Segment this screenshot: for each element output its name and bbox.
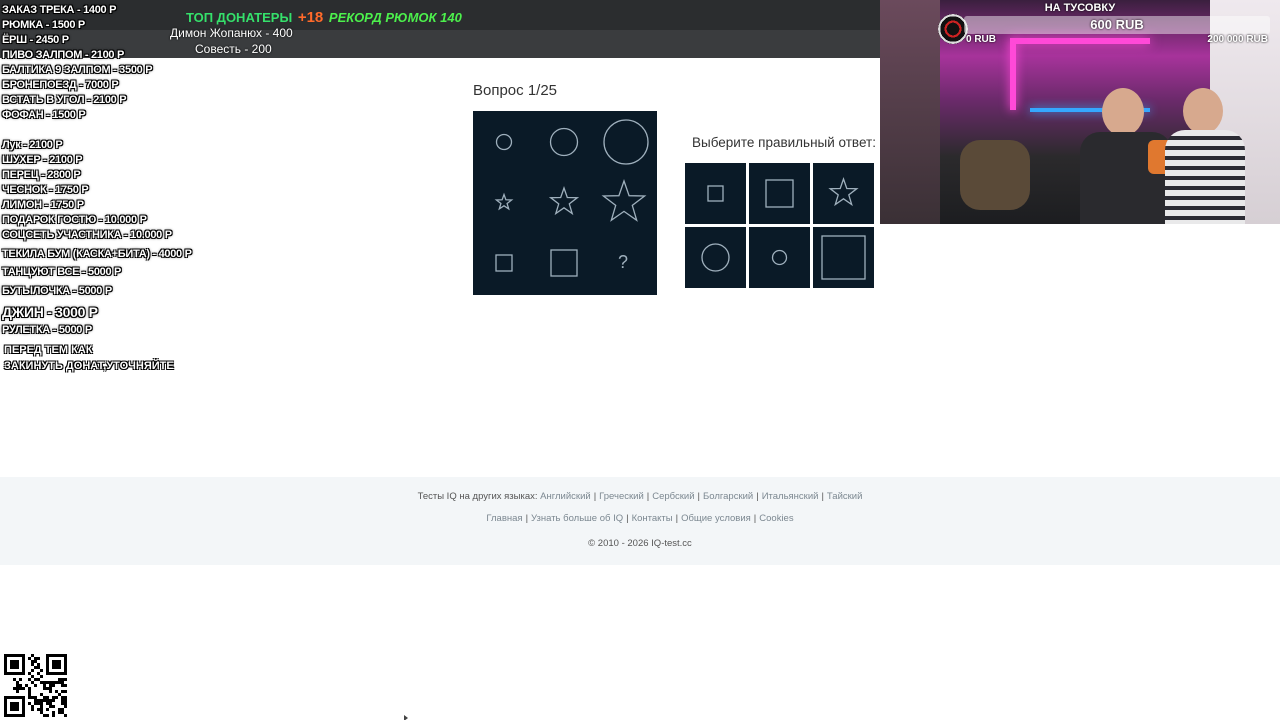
matrix-cell-medium-star [548,186,580,216]
price-item: ПЕРЕЦ - 2800 Р [2,169,81,181]
footer-lang-link[interactable]: Английский [540,491,591,502]
record-text: РЕКОРД РЮМОК 140 [328,10,462,25]
answers-prompt: Выберите правильный ответ: [692,135,876,150]
small-circle-icon [771,249,788,266]
age-rating-badge: +18 [297,9,324,26]
neon-light [1010,40,1016,110]
matrix-cell-large-circle [603,119,649,165]
footer-copyright: © 2010 - 2026 IQ-test.cc [588,538,692,549]
donation-goal-min: 0 RUB [966,34,997,45]
footer-lang-link[interactable]: Итальянский [762,491,819,502]
answer-option-1[interactable] [685,163,746,224]
matrix-cell-small-circle [495,133,513,151]
footer-lang-link[interactable]: Болгарский [703,491,753,502]
top-donors-overlay: ТОП ДОНАТЕРЫ +18 РЕКОРД РЮМОК 140 Димон … [160,6,462,60]
price-item: СОЦСЕТЬ УЧАСТНИКА - 10.000 Р [2,229,172,241]
answer-option-6[interactable] [813,227,874,288]
footer-link-home[interactable]: Главная [486,513,522,524]
price-note-line: ПЕРЕД ТЕМ КАК [4,344,93,356]
price-item: ТЕКИЛА БУМ (КАСКА+БИТА) - 4000 Р [2,248,192,260]
medium-square-icon [765,179,794,208]
footer-link-cookies[interactable]: Cookies [759,513,793,524]
donation-goal-current: 600 RUB [1090,17,1144,32]
footer-lang-link[interactable]: Тайский [827,491,863,502]
answer-option-3[interactable] [813,163,874,224]
price-item: ЛИМОН - 1750 Р [2,199,84,211]
price-item: БРОНЕПОЕЗД - 7000 Р [2,79,119,91]
answer-option-2[interactable] [749,163,810,224]
matrix-cell-small-square [495,254,513,272]
price-item: ШУХЕР - 2100 Р [2,154,83,166]
matrix-cell-question-mark: ? [618,252,628,272]
price-item: ВСТАТЬ В УГОЛ - 2100 Р [2,94,127,106]
price-item: ПИВО ЗАЛПОМ - 2100 Р [2,49,125,61]
mouse-cursor-icon [404,715,408,720]
donation-goal-max: 200 000 RUB [1207,34,1268,45]
footer-link-about[interactable]: Узнать больше об IQ [531,513,623,524]
price-item: ЁРШ - 2450 Р [2,34,69,46]
footer-link-terms[interactable]: Общие условия [681,513,751,524]
donation-goal-title: НА ТУСОВКУ [1044,2,1116,14]
price-item: ЗАКАЗ ТРЕКА - 1400 Р [2,4,117,16]
price-item: ТАНЦУЮТ ВСЕ - 5000 Р [2,266,122,278]
medium-star-icon [828,177,859,207]
answer-option-4[interactable] [685,227,746,288]
price-item: БАЛТИКА 9 ЗАЛПОМ - 3500 Р [2,64,153,76]
donor-entry: Димон Жопанюх - 400 [170,26,293,40]
matrix-cell-large-star [601,179,647,222]
price-note-line: ЗАКИНУТЬ ДОНАТ,УТОЧНЯЙТЕ [4,360,174,372]
neon-light [1010,38,1150,44]
price-item: Лук - 2100 Р [2,139,63,151]
price-item: ДЖИН - 3000 Р [2,304,98,320]
price-item: ПОДАРОК ГОСТЮ - 10.000 Р [2,214,147,226]
donor-entry: Совесть - 200 [195,42,272,56]
large-square-icon [821,235,866,280]
screen: ТОП ДОНАТЕРЫ +18 РЕКОРД РЮМОК 140 Димон … [0,0,1280,720]
matrix-cell-medium-circle [549,127,579,157]
languages-label: Тесты IQ на других языках: [417,491,538,502]
streamer-person [1080,88,1174,224]
top-donors-title: ТОП ДОНАТЕРЫ [186,10,293,25]
footer-lang-link[interactable]: Сербский [652,491,694,502]
footer-link-contacts[interactable]: Контакты [632,513,673,524]
small-square-icon [707,185,724,202]
matrix-figure: ? [494,119,649,277]
question-matrix: ? [473,111,657,295]
matrix-cell-small-star [494,192,514,211]
matrix-cell-medium-square [550,249,578,277]
guest-person [1165,88,1245,224]
answer-option-5[interactable] [749,227,810,288]
price-item: РУЛЕТКА - 5000 Р [2,324,92,336]
armchair [960,140,1030,210]
question-counter: Вопрос 1/25 [473,82,558,99]
qr-code-icon [4,654,67,717]
price-item: БУТЫЛОЧКА - 5000 Р [2,285,112,297]
qr-code [4,654,67,717]
medium-circle-icon [701,243,730,272]
footer-links: Главная | Узнать больше об IQ | Контакты | Общ… [486,513,794,524]
top-donors-title-row: ТОП ДОНАТЕРЫ +18 РЕКОРД РЮМОК 140 [186,9,462,26]
price-item: ЧЕСНОК - 1750 Р [2,184,89,196]
footer-lang-link[interactable]: Греческий [599,491,644,502]
price-item: ФОФАН - 1500 Р [2,109,86,121]
cam-wall-left [880,0,940,224]
footer-languages: Тесты IQ на других языках: Английский | Гр… [417,491,863,502]
webcam-overlay: НА ТУСОВКУ 600 RUB 0 RUB 200 000 RUB [880,0,1280,224]
site-footer: Тесты IQ на других языках: Английский | Гр… [0,477,1280,565]
price-item: РЮМКА - 1500 Р [2,19,85,31]
